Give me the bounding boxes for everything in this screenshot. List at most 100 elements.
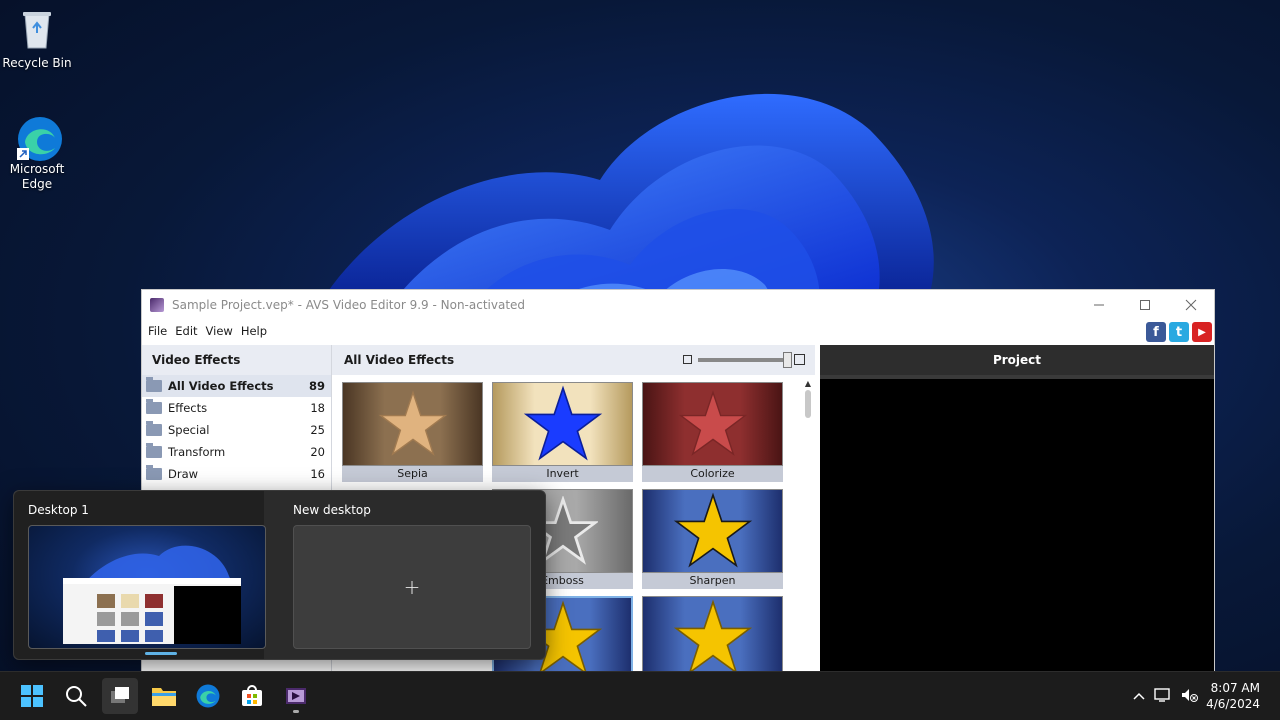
system-tray bbox=[1128, 672, 1202, 720]
effect-thumbnail[interactable] bbox=[642, 596, 783, 676]
category-name: Effects bbox=[168, 401, 208, 415]
effect-label: Sharpen bbox=[642, 573, 783, 589]
maximize-button[interactable] bbox=[1122, 290, 1168, 320]
menu-edit[interactable]: Edit bbox=[171, 324, 201, 338]
desktop-name: Desktop 1 bbox=[28, 503, 89, 517]
wallpaper-bloom bbox=[270, 60, 990, 320]
close-button[interactable] bbox=[1168, 290, 1214, 320]
window-title: Sample Project.vep* - AVS Video Editor 9… bbox=[172, 298, 526, 312]
effect-label: Invert bbox=[492, 466, 633, 482]
large-thumbnails-icon[interactable] bbox=[794, 354, 805, 365]
file-explorer-button[interactable] bbox=[146, 678, 182, 714]
avs-app-icon bbox=[286, 688, 306, 704]
folder-icon bbox=[146, 465, 162, 480]
search-icon bbox=[66, 686, 87, 707]
category-count: 25 bbox=[310, 423, 325, 437]
category-count: 89 bbox=[308, 379, 325, 393]
facebook-icon[interactable]: f bbox=[1146, 322, 1166, 342]
speaker-muted-icon[interactable] bbox=[1176, 687, 1202, 706]
folder-icon bbox=[152, 688, 176, 706]
store-button[interactable] bbox=[234, 678, 270, 714]
desktop-preview[interactable] bbox=[28, 525, 266, 649]
project-header: Project bbox=[820, 345, 1214, 379]
close-icon bbox=[1185, 299, 1197, 311]
chevron-up-icon[interactable] bbox=[1128, 689, 1150, 703]
clock-time: 8:07 AM bbox=[1210, 681, 1260, 695]
category-name: Draw bbox=[168, 467, 199, 481]
plus-icon: + bbox=[403, 575, 421, 599]
start-button[interactable] bbox=[14, 678, 50, 714]
menu-bar: File Edit View Help bbox=[142, 320, 1214, 342]
scroll-up-icon[interactable]: ▲ bbox=[803, 379, 813, 388]
category-count: 16 bbox=[310, 467, 325, 481]
category-special[interactable]: Special 25 bbox=[142, 419, 331, 441]
effect-sharpen[interactable]: Sharpen bbox=[642, 489, 783, 589]
task-view-flyout: Desktop 1 New desktop + bbox=[13, 490, 546, 660]
youtube-icon[interactable]: ▶ bbox=[1192, 322, 1212, 342]
task-view-button[interactable] bbox=[102, 678, 138, 714]
desktop-icon-label: Recycle Bin bbox=[2, 56, 72, 70]
folder-icon bbox=[146, 421, 162, 436]
category-transform[interactable]: Transform 20 bbox=[142, 441, 331, 463]
running-indicator bbox=[293, 710, 299, 713]
desktop-name: New desktop bbox=[293, 503, 371, 517]
twitter-icon[interactable]: t bbox=[1169, 322, 1189, 342]
clock-date: 4/6/2024 bbox=[1206, 697, 1260, 711]
slider-thumb[interactable] bbox=[783, 351, 792, 368]
star-icon bbox=[642, 596, 783, 676]
minimize-button[interactable] bbox=[1076, 290, 1122, 320]
add-desktop-button[interactable]: + bbox=[293, 525, 531, 649]
category-name: Transform bbox=[168, 445, 226, 459]
social-links: f t ▶ bbox=[1146, 322, 1212, 342]
effect-colorize[interactable]: Colorize bbox=[642, 382, 783, 482]
category-count: 20 bbox=[310, 445, 325, 459]
desktop-icon-label: Microsoft Edge bbox=[9, 162, 65, 191]
virtual-desktop-1[interactable]: Desktop 1 bbox=[14, 491, 266, 659]
project-pane: Project bbox=[820, 345, 1214, 690]
effects-header-title: All Video Effects bbox=[344, 353, 455, 367]
category-name: Special bbox=[168, 423, 210, 437]
categories-header: Video Effects bbox=[142, 345, 331, 375]
task-view-icon bbox=[111, 687, 129, 703]
avs-app-icon bbox=[150, 298, 164, 312]
recycle-bin-icon bbox=[15, 8, 59, 52]
folder-icon bbox=[146, 377, 162, 392]
small-thumbnails-icon[interactable] bbox=[683, 355, 692, 364]
star-icon bbox=[342, 382, 483, 466]
star-icon bbox=[642, 382, 783, 466]
effects-scrollbar[interactable]: ▲ bbox=[803, 379, 813, 439]
category-effects[interactable]: Effects 18 bbox=[142, 397, 331, 419]
folder-icon bbox=[146, 399, 162, 414]
effect-label: Sepia bbox=[342, 466, 483, 482]
thumbnail-size-slider[interactable] bbox=[683, 351, 805, 368]
edge-button[interactable] bbox=[190, 678, 226, 714]
category-all-video-effects[interactable]: All Video Effects 89 bbox=[142, 375, 331, 397]
taskbar: 8:07 AM 4/6/2024 bbox=[0, 671, 1280, 720]
title-bar[interactable]: Sample Project.vep* - AVS Video Editor 9… bbox=[142, 290, 1214, 320]
star-icon bbox=[492, 382, 633, 466]
maximize-icon bbox=[1140, 300, 1150, 310]
store-icon bbox=[242, 685, 262, 706]
search-button[interactable] bbox=[58, 678, 94, 714]
slider-track[interactable] bbox=[698, 351, 792, 368]
desktop-icon-edge[interactable]: Microsoft Edge bbox=[1, 114, 73, 192]
menu-view[interactable]: View bbox=[202, 324, 237, 338]
effect-invert[interactable]: Invert bbox=[492, 382, 633, 482]
effect-sepia[interactable]: Sepia bbox=[342, 382, 483, 482]
network-icon[interactable] bbox=[1150, 687, 1176, 706]
effects-header: All Video Effects bbox=[332, 345, 815, 375]
menu-file[interactable]: File bbox=[144, 324, 171, 338]
category-count: 18 bbox=[310, 401, 325, 415]
avs-video-editor-button[interactable] bbox=[278, 678, 314, 714]
category-name: All Video Effects bbox=[168, 379, 274, 393]
menu-help[interactable]: Help bbox=[237, 324, 271, 338]
edge-icon bbox=[15, 114, 62, 161]
scrollbar-thumb[interactable] bbox=[805, 390, 811, 418]
category-draw[interactable]: Draw 16 bbox=[142, 463, 331, 485]
desktop-icon-recycle-bin[interactable]: Recycle Bin bbox=[1, 8, 73, 71]
clock[interactable]: 8:07 AM 4/6/2024 bbox=[1206, 680, 1260, 712]
windows-icon bbox=[21, 685, 43, 707]
star-icon bbox=[642, 489, 783, 573]
edge-icon bbox=[196, 684, 220, 708]
new-desktop[interactable]: New desktop + bbox=[279, 491, 531, 659]
